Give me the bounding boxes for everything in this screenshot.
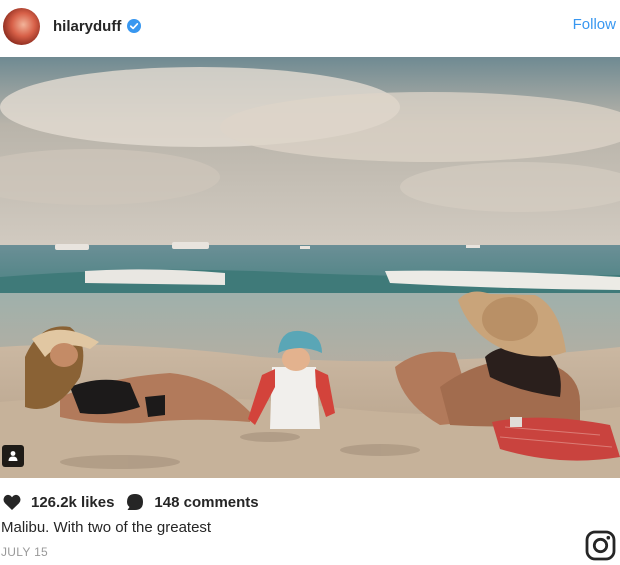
instagram-icon[interactable] bbox=[585, 530, 616, 561]
comment-icon[interactable] bbox=[126, 493, 144, 511]
comments-stat[interactable]: 148 comments bbox=[126, 493, 259, 511]
person-icon bbox=[8, 451, 18, 461]
post-header: hilaryduff Follow bbox=[0, 0, 620, 52]
post-photo[interactable] bbox=[0, 57, 620, 478]
avatar[interactable] bbox=[3, 7, 40, 45]
user-tag-icon[interactable] bbox=[2, 445, 24, 467]
beach-photo bbox=[0, 57, 620, 478]
likes-count: 126.2k likes bbox=[31, 493, 115, 511]
likes-stat[interactable]: 126.2k likes bbox=[3, 494, 114, 511]
username[interactable]: hilaryduff bbox=[53, 18, 121, 35]
post-date: JULY 15 bbox=[1, 545, 49, 559]
heart-icon[interactable] bbox=[3, 494, 21, 511]
verified-badge-icon bbox=[127, 19, 142, 33]
post-stats: 126.2k likes 148 comments bbox=[3, 491, 259, 513]
post-caption: Malibu. With two of the greatest bbox=[1, 519, 212, 536]
comments-count: 148 comments bbox=[154, 493, 259, 511]
follow-button[interactable]: Follow bbox=[573, 16, 616, 33]
